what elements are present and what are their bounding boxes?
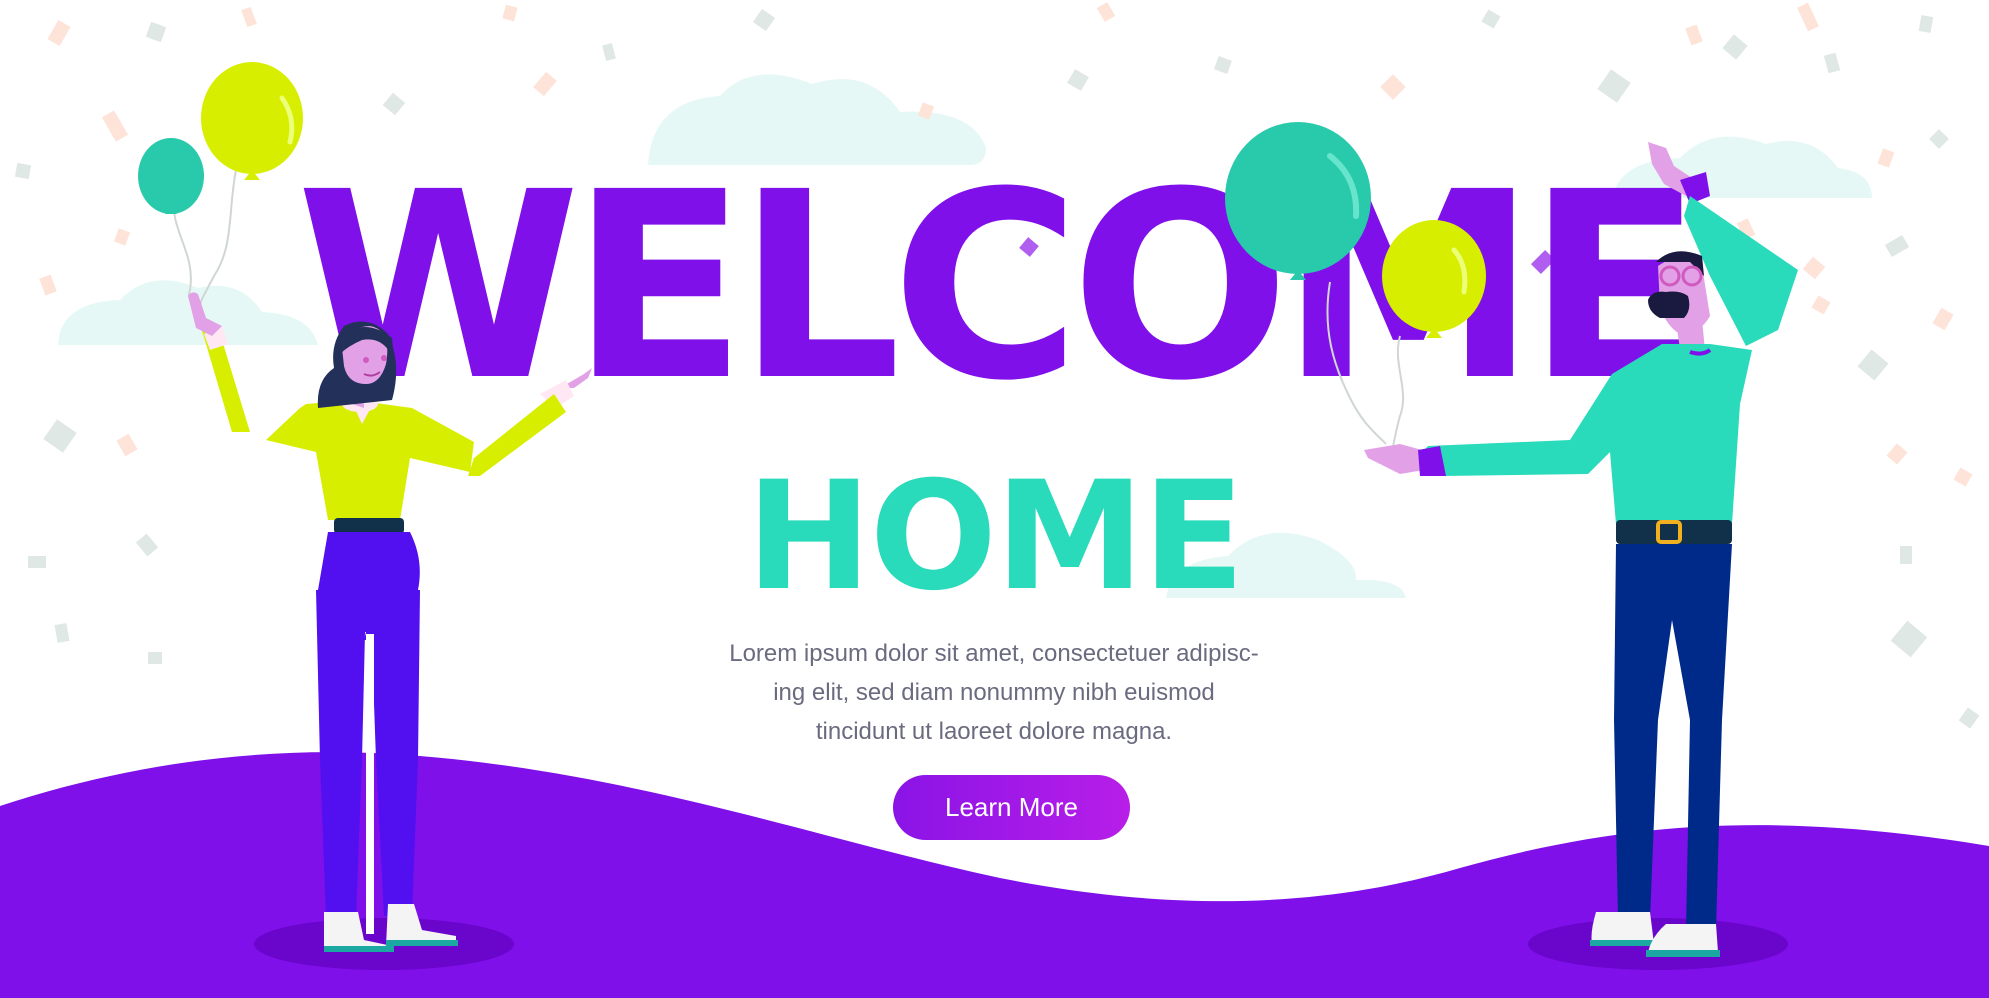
hero-description-line: ing elit, sed diam nonummy nibh euismod — [773, 679, 1215, 706]
lime-balloon — [1382, 220, 1486, 332]
welcome-banner: WELCOME HOME Lorem ipsum dolor sit amet,… — [0, 0, 1989, 998]
hero-description: Lorem ipsum dolor sit amet, consectetuer… — [694, 634, 1294, 751]
balloon-string — [197, 169, 237, 313]
balloon-string — [1391, 335, 1405, 453]
home-heading: HOME — [746, 450, 1245, 624]
teal-balloon — [1225, 122, 1371, 274]
hero-description-line: tincidunt ut laoreet dolore magna. — [815, 718, 1173, 745]
lime-balloon — [201, 62, 303, 174]
hero-description-line: Lorem ipsum dolor sit amet, consectetuer… — [729, 640, 1259, 667]
balloon-string — [1326, 281, 1387, 445]
learn-more-button[interactable]: Learn More — [893, 775, 1130, 840]
teal-balloon — [138, 138, 204, 214]
